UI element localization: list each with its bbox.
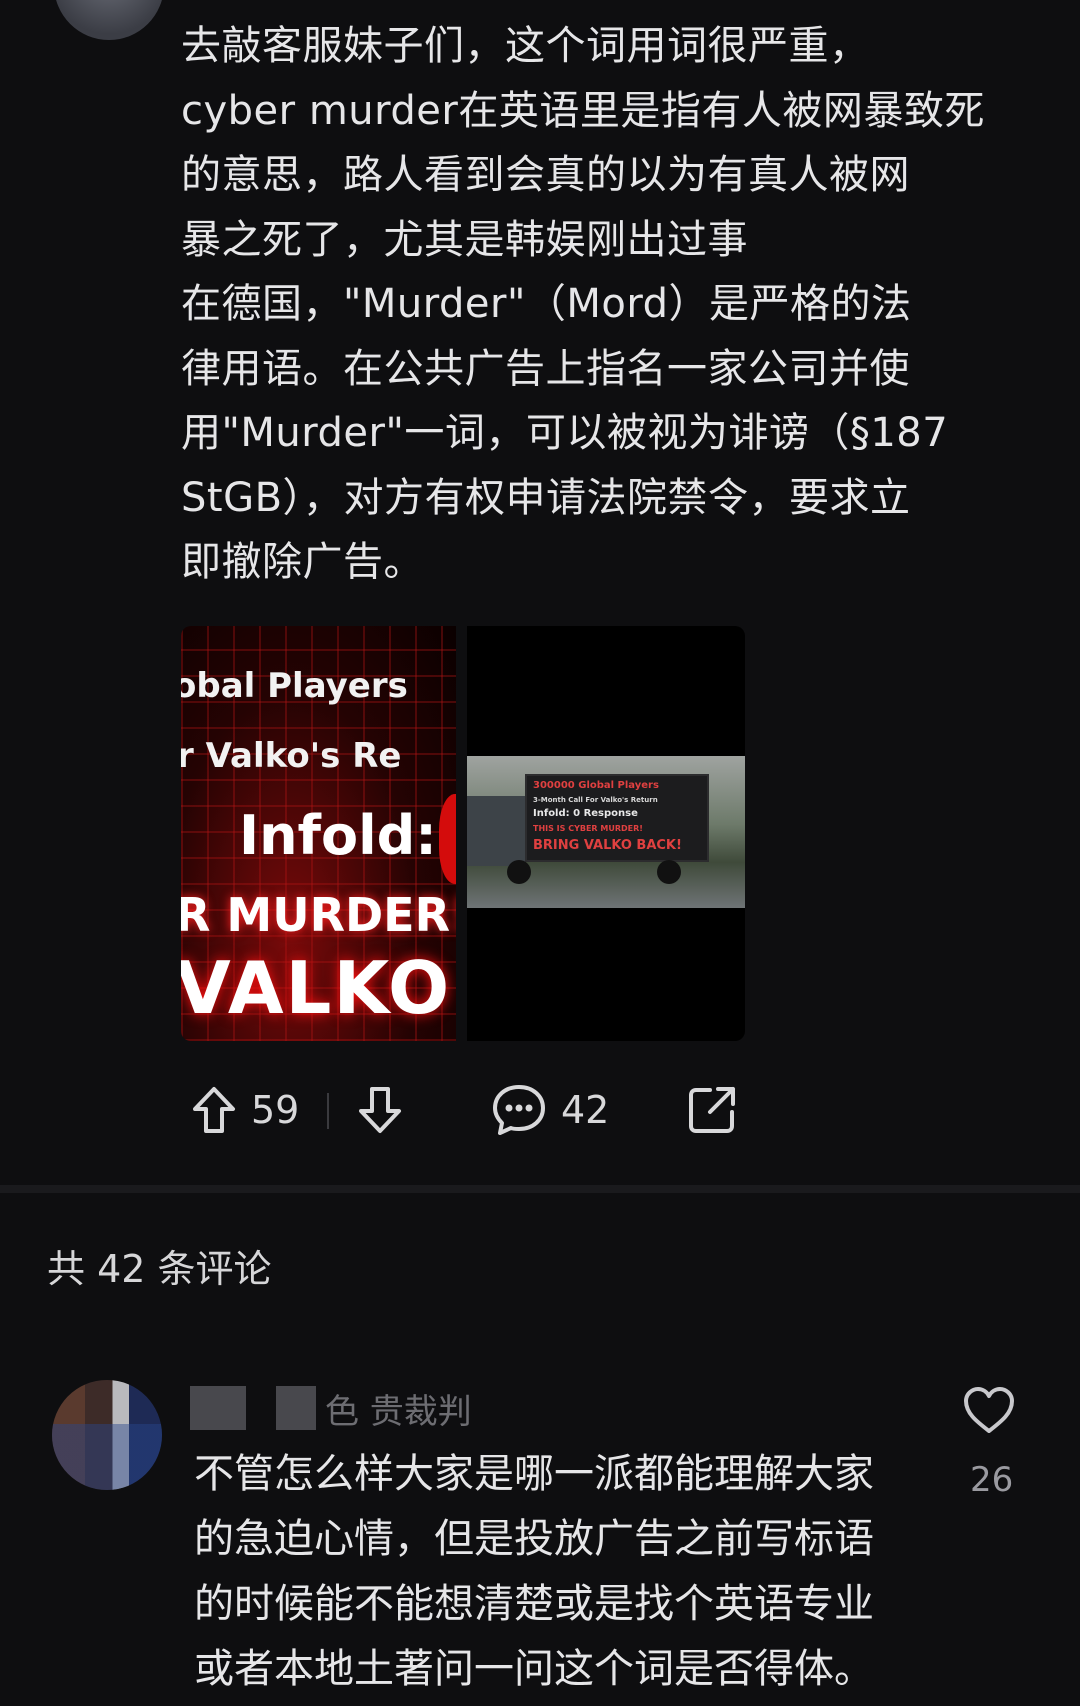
downvote-button[interactable] [357, 1075, 403, 1145]
image-red-shape [439, 794, 456, 884]
downvote-icon [359, 1087, 401, 1133]
post-line: 用"Murder"一词，可以被视为诽谤（§187 [181, 410, 949, 456]
comment-line: 或者本地土著问一问这个词是否得体。 [194, 1646, 874, 1692]
post-line: StGB），对方有权申请法院禁令，要求立 [181, 474, 911, 521]
upvote-button[interactable]: 59 [191, 1075, 299, 1145]
post-line: 的意思，路人看到会真的以为有真人被网 [181, 152, 910, 198]
name-mosaic [276, 1386, 316, 1430]
post-image-billboard[interactable]: obal Players r Valko's Re Infold: R MURD… [181, 626, 456, 1041]
post-action-bar: 59 42 [181, 1075, 941, 1145]
share-icon [689, 1087, 735, 1133]
billboard-text: 300000 Global Players [533, 780, 659, 791]
truck-photo: 300000 Global Players 3-Month Call For V… [467, 756, 745, 908]
billboard-text: Infold: 0 Response [533, 808, 638, 819]
image-text: obal Players [181, 666, 408, 706]
comment-icon [493, 1085, 545, 1135]
section-divider [0, 1185, 1080, 1193]
post-image-truck[interactable]: 300000 Global Players 3-Month Call For V… [467, 626, 745, 1041]
screen: 去敲客服妹子们，这个词用词很严重， cyber murder在英语里是指有人被网… [0, 0, 1080, 1706]
billboard-text: 3-Month Call For Valko's Return [533, 796, 658, 804]
post-line: 去敲客服妹子们，这个词用词很严重， [181, 23, 870, 69]
upvote-icon [193, 1087, 235, 1133]
billboard-text: BRING VALKO BACK! [533, 838, 682, 853]
upvote-count: 59 [251, 1088, 300, 1132]
image-text: r Valko's Re [181, 736, 402, 776]
post-line: 律用语。在公共广告上指名一家公司并使 [181, 345, 910, 392]
commenter-name[interactable]: 色 贵裁判 [190, 1378, 490, 1438]
comment-text: 不管怎么样大家是哪一派都能理解大家 的急迫心情，但是投放广告之前写标语 的时候能… [194, 1442, 934, 1702]
comment-line: 的时候能不能想清楚或是找个英语专业 [194, 1581, 874, 1627]
comment-line: 的急迫心情，但是投放广告之前写标语 [194, 1516, 874, 1562]
commenter-name-text: 色 贵裁判 [325, 1392, 472, 1432]
post-author-avatar[interactable] [54, 0, 164, 40]
truck-wheel [657, 860, 681, 884]
comment-line: 不管怎么样大家是哪一派都能理解大家 [194, 1451, 874, 1497]
action-separator [327, 1093, 329, 1129]
name-mosaic [190, 1386, 246, 1430]
post-line: cyber murder在英语里是指有人被网暴致死 [181, 87, 985, 134]
heart-icon [964, 1387, 1014, 1433]
comment-count: 42 [561, 1088, 610, 1132]
post-body: 去敲客服妹子们，这个词用词很严重， cyber murder在英语里是指有人被网… [181, 14, 1041, 595]
truck-cab [467, 796, 525, 866]
like-button[interactable] [962, 1385, 1016, 1439]
billboard-text: THIS IS CYBER MURDER! [533, 824, 643, 833]
post-line: 在德国，"Murder"（Mord）是严格的法 [181, 281, 912, 327]
commenter-avatar[interactable] [52, 1380, 162, 1490]
image-text: Infold: [239, 804, 437, 867]
post-line: 暴之死了，尤其是韩娱刚出过事 [181, 216, 748, 263]
post-line: 即撤除广告。 [181, 539, 424, 585]
image-text: VALKO [181, 946, 452, 1030]
share-button[interactable] [686, 1075, 738, 1145]
like-count: 26 [970, 1460, 1014, 1500]
truck-wheel [507, 860, 531, 884]
comment-button[interactable]: 42 [491, 1075, 609, 1145]
truck-billboard: 300000 Global Players 3-Month Call For V… [525, 774, 709, 862]
comments-count-header: 共 42 条评论 [47, 1247, 272, 1291]
image-text: R MURDER! [181, 888, 456, 942]
